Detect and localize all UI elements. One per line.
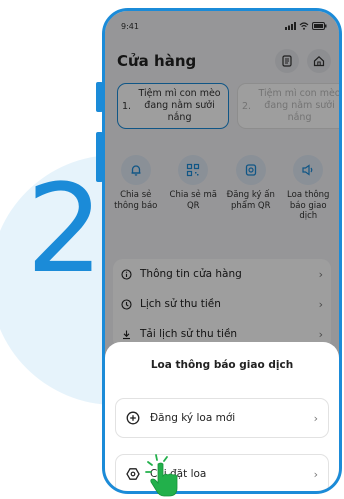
step-number: 2 (26, 158, 104, 300)
phone-frame: 9:41 Cửa hàng 1. Tiệm mì con mèo đang nằ… (102, 8, 342, 494)
chevron-right-icon: › (313, 467, 318, 481)
hexagon-settings-icon (126, 468, 140, 480)
tap-hand-icon (145, 454, 178, 497)
plus-circle-icon (126, 411, 140, 425)
sheet-title: Loa thông báo giao dịch (150, 359, 294, 371)
register-new-speaker-button[interactable]: Đăng ký loa mới › (115, 398, 329, 438)
phone-screen: 9:41 Cửa hàng 1. Tiệm mì con mèo đang nằ… (105, 11, 339, 491)
chevron-right-icon: › (313, 411, 318, 425)
